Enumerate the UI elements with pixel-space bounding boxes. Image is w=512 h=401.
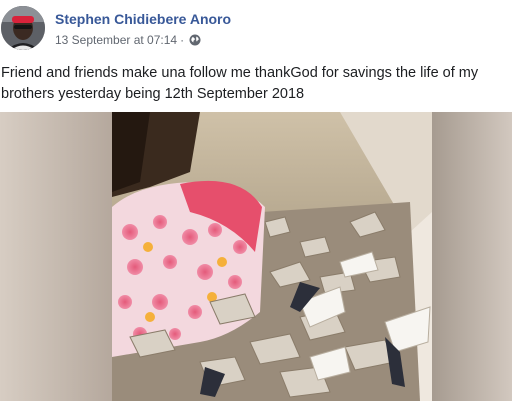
meta-separator: · <box>180 33 185 47</box>
video-frame-image <box>0 112 512 401</box>
post-video[interactable] <box>0 112 512 401</box>
post-meta: 13 September at 07:14 · <box>55 33 201 47</box>
post-header: Stephen Chidiebere Anoro 13 September at… <box>0 0 512 56</box>
author-name[interactable]: Stephen Chidiebere Anoro <box>55 11 231 27</box>
post-text: Friend and friends make una follow me th… <box>1 65 479 102</box>
post-timestamp[interactable]: 13 September at 07:14 <box>55 33 177 47</box>
author-avatar[interactable] <box>1 6 45 50</box>
globe-icon[interactable] <box>189 34 201 46</box>
